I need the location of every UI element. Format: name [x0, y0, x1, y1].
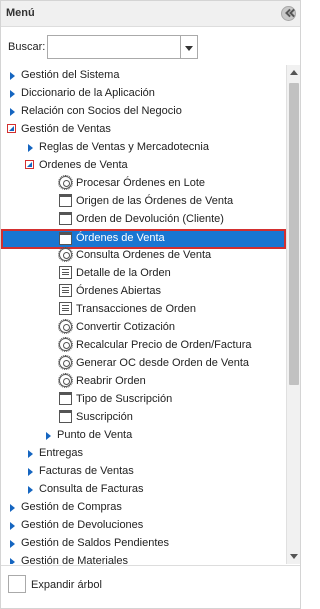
tree-item-label: Reabrir Orden: [76, 375, 146, 387]
window-icon: [59, 410, 72, 423]
tree-item-tipo-suscripcion[interactable]: Tipo de Suscripción: [1, 390, 286, 408]
window-icon: [59, 194, 72, 207]
tree-item-label: Relación con Socios del Negocio: [21, 105, 182, 117]
menu-header: Menú: [1, 1, 300, 27]
report-icon: [59, 284, 72, 297]
tree-item-label: Reglas de Ventas y Mercadotecnia: [39, 141, 209, 153]
tree-item-label: Tipo de Suscripción: [76, 393, 173, 405]
tree-item-reabrir-orden[interactable]: Reabrir Orden: [1, 372, 286, 390]
tree-item-consulta-facturas[interactable]: Consulta de Facturas: [1, 480, 286, 498]
tree-item-label: Gestión de Ventas: [21, 123, 111, 135]
tree-item-label: Facturas de Ventas: [39, 465, 134, 477]
scroll-up-arrow-icon[interactable]: [287, 65, 301, 80]
tree-item-transacciones-orden[interactable]: Transacciones de Orden: [1, 300, 286, 318]
expand-arrow-icon[interactable]: [10, 558, 15, 564]
menu-footer: Expandir árbol: [1, 565, 300, 608]
scroll-down-arrow-icon[interactable]: [287, 549, 301, 564]
process-icon: [58, 373, 73, 388]
tree-item-label: Consulta Ordenes de Venta: [76, 249, 212, 261]
expand-tree-label: Expandir árbol: [31, 579, 102, 591]
tree-item-label: Diccionario de la Aplicación: [21, 87, 155, 99]
tree-item-gestion-devoluciones[interactable]: Gestión de Devoluciones: [1, 516, 286, 534]
window-icon: [59, 212, 72, 225]
tree-item-ordenes-abiertas[interactable]: Órdenes Abiertas: [1, 282, 286, 300]
process-icon: [58, 319, 73, 334]
tree-item-gestion-sistema[interactable]: Gestión del Sistema: [1, 66, 286, 84]
tree-item-entregas[interactable]: Entregas: [1, 444, 286, 462]
tree-item-label: Transacciones de Orden: [76, 303, 197, 315]
menu-tree: Gestión del Sistema Diccionario de la Ap…: [1, 65, 286, 564]
menu-title: Menú: [6, 7, 35, 19]
tree-item-gestion-compras[interactable]: Gestión de Compras: [1, 498, 286, 516]
collapse-arrow-icon[interactable]: [7, 124, 16, 133]
tree-item-label: Gestión de Saldos Pendientes: [21, 537, 169, 549]
tree-item-gestion-ventas[interactable]: Gestión de Ventas: [1, 120, 286, 138]
tree-item-label: Procesar Órdenes en Lote: [76, 177, 206, 189]
expand-arrow-icon[interactable]: [28, 144, 33, 152]
process-icon: [58, 247, 73, 262]
search-input[interactable]: [47, 35, 181, 59]
tree-item-label: Suscripción: [76, 411, 133, 423]
expand-arrow-icon[interactable]: [28, 486, 33, 494]
tree-item-label: Entregas: [39, 447, 84, 459]
tree-item-label: Gestión del Sistema: [21, 69, 120, 81]
tree-item-label: Ordenes de Venta: [39, 159, 128, 171]
tree-item-relacion-socios[interactable]: Relación con Socios del Negocio: [1, 102, 286, 120]
tree-item-label: Gestión de Materiales: [21, 555, 128, 564]
tree-item-label: Punto de Venta: [57, 429, 133, 441]
tree-item-label: Órdenes Abiertas: [76, 285, 161, 297]
tree-item-label: Orden de Devolución (Cliente): [76, 213, 224, 225]
tree-item-label: Detalle de la Orden: [76, 267, 171, 279]
tree-item-gestion-saldos[interactable]: Gestión de Saldos Pendientes: [1, 534, 286, 552]
menu-panel: Menú Buscar: Gestión del Sistema Diccion…: [0, 0, 301, 609]
expand-arrow-icon[interactable]: [10, 108, 15, 116]
expand-arrow-icon[interactable]: [28, 468, 33, 476]
expand-arrow-icon[interactable]: [10, 90, 15, 98]
process-icon: [58, 337, 73, 352]
tree-item-reglas-ventas[interactable]: Reglas de Ventas y Mercadotecnia: [1, 138, 286, 156]
tree-item-procesar-ordenes-lote[interactable]: Procesar Órdenes en Lote: [1, 174, 286, 192]
tree-item-label: Convertir Cotización: [76, 321, 176, 333]
tree-scrollbar[interactable]: [286, 65, 300, 564]
tree-item-label: Gestión de Devoluciones: [21, 519, 144, 531]
window-icon: [59, 232, 72, 245]
tree-item-consulta-ordenes[interactable]: Consulta Ordenes de Venta: [1, 246, 286, 264]
process-icon: [58, 175, 73, 190]
expand-arrow-icon[interactable]: [28, 450, 33, 458]
tree-item-recalcular-precio[interactable]: Recalcular Precio de Orden/Factura: [1, 336, 286, 354]
process-icon: [58, 355, 73, 370]
tree-item-detalle-orden[interactable]: Detalle de la Orden: [1, 264, 286, 282]
expand-arrow-icon[interactable]: [46, 432, 51, 440]
tree-item-label: Recalcular Precio de Orden/Factura: [76, 339, 252, 351]
tree-item-label: Origen de las Órdenes de Venta: [76, 195, 234, 207]
tree-item-label: Órdenes de Venta: [76, 232, 165, 244]
tree-item-label: Consulta de Facturas: [39, 483, 144, 495]
expand-arrow-icon[interactable]: [10, 540, 15, 548]
tree-item-origen-ordenes[interactable]: Origen de las Órdenes de Venta: [1, 192, 286, 210]
tree-item-orden-devolucion[interactable]: Orden de Devolución (Cliente): [1, 210, 286, 228]
window-icon: [59, 392, 72, 405]
tree-item-punto-venta[interactable]: Punto de Venta: [1, 426, 286, 444]
expand-arrow-icon[interactable]: [10, 72, 15, 80]
tree-item-generar-oc[interactable]: Generar OC desde Orden de Venta: [1, 354, 286, 372]
tree-item-label: Gestión de Compras: [21, 501, 122, 513]
collapse-arrow-icon[interactable]: [25, 160, 34, 169]
tree-item-diccionario[interactable]: Diccionario de la Aplicación: [1, 84, 286, 102]
tree-item-suscripcion[interactable]: Suscripción: [1, 408, 286, 426]
expand-arrow-icon[interactable]: [10, 504, 15, 512]
expand-tree-checkbox[interactable]: [8, 575, 26, 593]
scrollbar-thumb[interactable]: [289, 83, 299, 385]
tree-item-convertir-cotizacion[interactable]: Convertir Cotización: [1, 318, 286, 336]
collapse-panel-icon[interactable]: [281, 6, 296, 21]
tree-item-facturas-ventas[interactable]: Facturas de Ventas: [1, 462, 286, 480]
tree-item-ordenes-venta-folder[interactable]: Ordenes de Venta: [1, 156, 286, 174]
report-icon: [59, 302, 72, 315]
search-label: Buscar:: [8, 41, 46, 53]
report-icon: [59, 266, 72, 279]
expand-arrow-icon[interactable]: [10, 522, 15, 530]
search-dropdown-button[interactable]: [181, 35, 198, 59]
tree-item-gestion-materiales[interactable]: Gestión de Materiales: [1, 552, 286, 564]
tree-item-label: Generar OC desde Orden de Venta: [76, 357, 250, 369]
